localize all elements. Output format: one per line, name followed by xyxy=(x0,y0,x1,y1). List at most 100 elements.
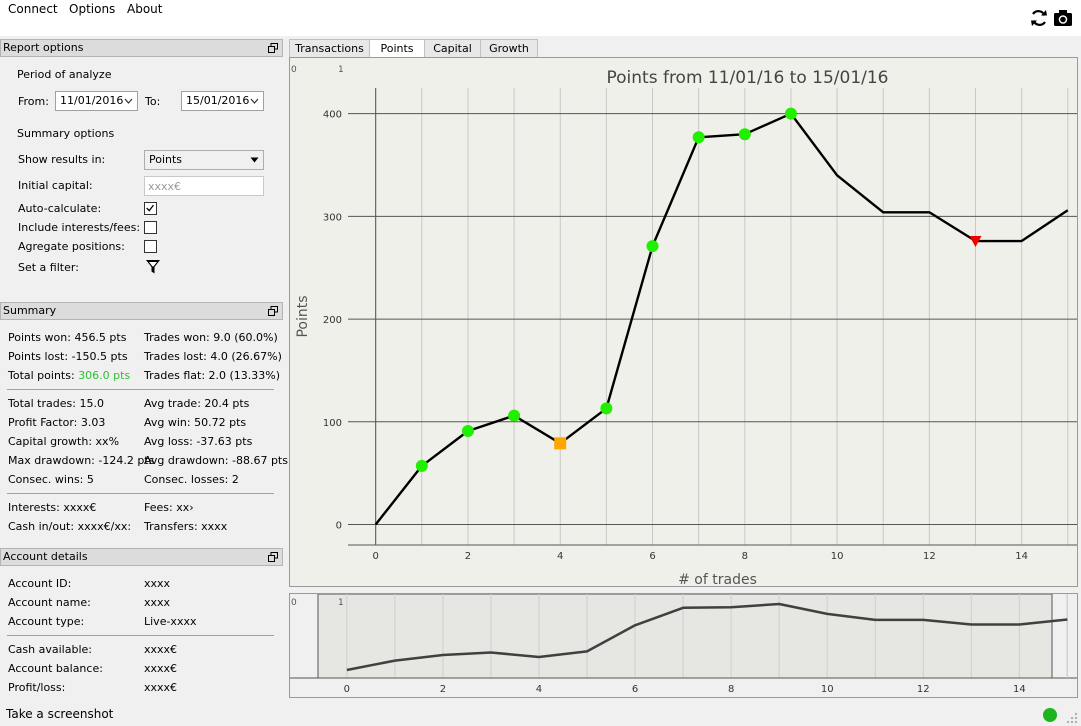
consec-losses: Consec. losses: 2 xyxy=(144,473,239,486)
checkmark-icon xyxy=(146,204,154,212)
flat-marker xyxy=(554,437,567,450)
win-marker xyxy=(692,131,705,144)
avg-loss: Avg loss: -37.63 pts xyxy=(144,435,253,448)
caret-down-icon xyxy=(250,157,259,163)
corner-label: 1 xyxy=(338,65,344,75)
avg-trade: Avg trade: 20.4 pts xyxy=(144,397,250,410)
max-drawdown: Max drawdown: -124.2 pts xyxy=(8,454,155,467)
undock-icon[interactable] xyxy=(268,43,278,53)
tab-growth[interactable]: Growth xyxy=(480,39,538,58)
cash-in-out: Cash in/out: xxxx€/xx: xyxy=(8,520,132,533)
separator xyxy=(7,493,274,494)
cash-available-value: xxxx€ xyxy=(144,643,178,656)
chevron-down-icon xyxy=(124,98,133,104)
initial-capital-input[interactable] xyxy=(144,176,264,196)
initial-capital-label: Initial capital: xyxy=(18,179,93,192)
points-chart[interactable]: 0 1 Points from 11/01/16 to 15/01/16010020… xyxy=(290,58,1077,586)
x-tick-label: 0 xyxy=(372,551,378,562)
x-axis-label: # of trades xyxy=(678,572,757,586)
win-marker xyxy=(646,240,659,253)
corner-label: 0 xyxy=(291,65,297,75)
account-name-label: Account name: xyxy=(8,596,91,609)
profit-loss-value: xxxx€ xyxy=(144,681,178,694)
profit-loss-label: Profit/loss: xyxy=(8,681,66,694)
account-type-label: Account type: xyxy=(8,615,85,628)
connection-status-indicator xyxy=(1043,708,1057,722)
total-trades: Total trades: 15.0 xyxy=(8,397,104,410)
tab-transactions[interactable]: Transactions xyxy=(289,39,370,58)
account-balance-value: xxxx€ xyxy=(144,662,178,675)
undock-icon[interactable] xyxy=(268,306,278,316)
y-tick-label: 400 xyxy=(323,110,342,121)
navigator-frame: 0 1 0 2 4 6 8 10 12 14 xyxy=(289,593,1078,698)
resize-grip-icon[interactable] xyxy=(1066,712,1078,724)
summary-options-label: Summary options xyxy=(17,127,115,140)
tab-capital[interactable]: Capital xyxy=(424,39,481,58)
from-label: From: xyxy=(18,95,49,108)
total-points-label: Total points: xyxy=(8,369,79,382)
account-balance-label: Account balance: xyxy=(8,662,103,675)
show-results-value: Points xyxy=(149,153,183,166)
corner-label: 0 xyxy=(291,598,297,608)
aggregate-checkbox[interactable] xyxy=(144,240,157,253)
y-axis-label: Points xyxy=(295,295,311,337)
trades-lost: Trades lost: 4.0 (26.67%) xyxy=(144,350,282,363)
summary-title: Summary xyxy=(3,304,57,317)
capital-growth: Capital growth: xx% xyxy=(8,435,120,448)
y-tick-label: 300 xyxy=(323,212,342,223)
include-interests-checkbox[interactable] xyxy=(144,221,157,234)
win-marker xyxy=(415,459,428,472)
win-marker xyxy=(600,402,613,415)
chevron-down-icon xyxy=(250,98,259,104)
include-interests-label: Include interests/fees: xyxy=(18,221,141,234)
avg-drawdown: Avg drawdown: -88.67 pts xyxy=(144,454,288,467)
navigator-x-tick-label: 2 xyxy=(440,684,446,695)
x-tick-label: 14 xyxy=(1015,551,1028,562)
transfers: Transfers: xxxx xyxy=(144,520,228,533)
account-details-header: Account details xyxy=(0,548,283,566)
menu-about[interactable]: About xyxy=(127,2,162,16)
account-name-value: xxxx xyxy=(144,596,171,609)
x-tick-label: 12 xyxy=(923,551,936,562)
auto-calculate-label: Auto-calculate: xyxy=(18,202,102,215)
navigator-chart[interactable]: 0 10 2 4 6 8 10 12 14 xyxy=(290,594,1077,697)
navigator-x-tick-label: 8 xyxy=(728,684,734,695)
avg-win: Avg win: 50.72 pts xyxy=(144,416,247,429)
menu-connect[interactable]: Connect xyxy=(8,2,58,16)
navigator-x-tick-label: 14 xyxy=(1013,684,1026,695)
filter-label: Set a filter: xyxy=(18,261,79,274)
separator xyxy=(7,389,274,390)
filter-icon[interactable] xyxy=(145,259,161,275)
auto-calculate-checkbox[interactable] xyxy=(144,202,157,215)
navigator-x-tick-label: 12 xyxy=(917,684,930,695)
win-marker xyxy=(784,107,797,120)
account-id-value: xxxx xyxy=(144,577,171,590)
x-tick-label: 6 xyxy=(649,551,655,562)
trades-won: Trades won: 9.0 (60.0%) xyxy=(144,331,278,344)
aggregate-label: Agregate positions: xyxy=(18,240,125,253)
x-tick-label: 2 xyxy=(465,551,471,562)
menu-bar: Connect Options About xyxy=(0,0,1081,36)
camera-icon[interactable] xyxy=(1053,8,1073,28)
navigator-x-tick-label: 10 xyxy=(821,684,834,695)
refresh-icon[interactable] xyxy=(1029,8,1049,28)
profit-factor: Profit Factor: 3.03 xyxy=(8,416,106,429)
y-tick-label: 200 xyxy=(323,315,342,326)
summary-header: Summary xyxy=(0,302,283,320)
menu-options[interactable]: Options xyxy=(69,2,115,16)
navigator-x-tick-label: 6 xyxy=(632,684,638,695)
total-points-value: 306.0 pts xyxy=(78,369,131,382)
x-tick-label: 10 xyxy=(831,551,844,562)
tab-points[interactable]: Points xyxy=(369,39,425,59)
report-options-header: Report options xyxy=(0,39,283,57)
account-details-title: Account details xyxy=(3,550,88,563)
consec-wins: Consec. wins: 5 xyxy=(8,473,94,486)
points-lost: Points lost: -150.5 pts xyxy=(8,350,128,363)
interests: Interests: xxxx€ xyxy=(8,501,97,514)
to-date-picker[interactable]: 15/01/2016 xyxy=(181,91,264,111)
from-date-picker[interactable]: 11/01/2016 xyxy=(55,91,138,111)
show-results-select[interactable]: Points xyxy=(144,150,264,170)
navigator-x-tick-label: 4 xyxy=(536,684,542,695)
undock-icon[interactable] xyxy=(268,552,278,562)
trades-flat: Trades flat: 2.0 (13.33%) xyxy=(144,369,281,382)
